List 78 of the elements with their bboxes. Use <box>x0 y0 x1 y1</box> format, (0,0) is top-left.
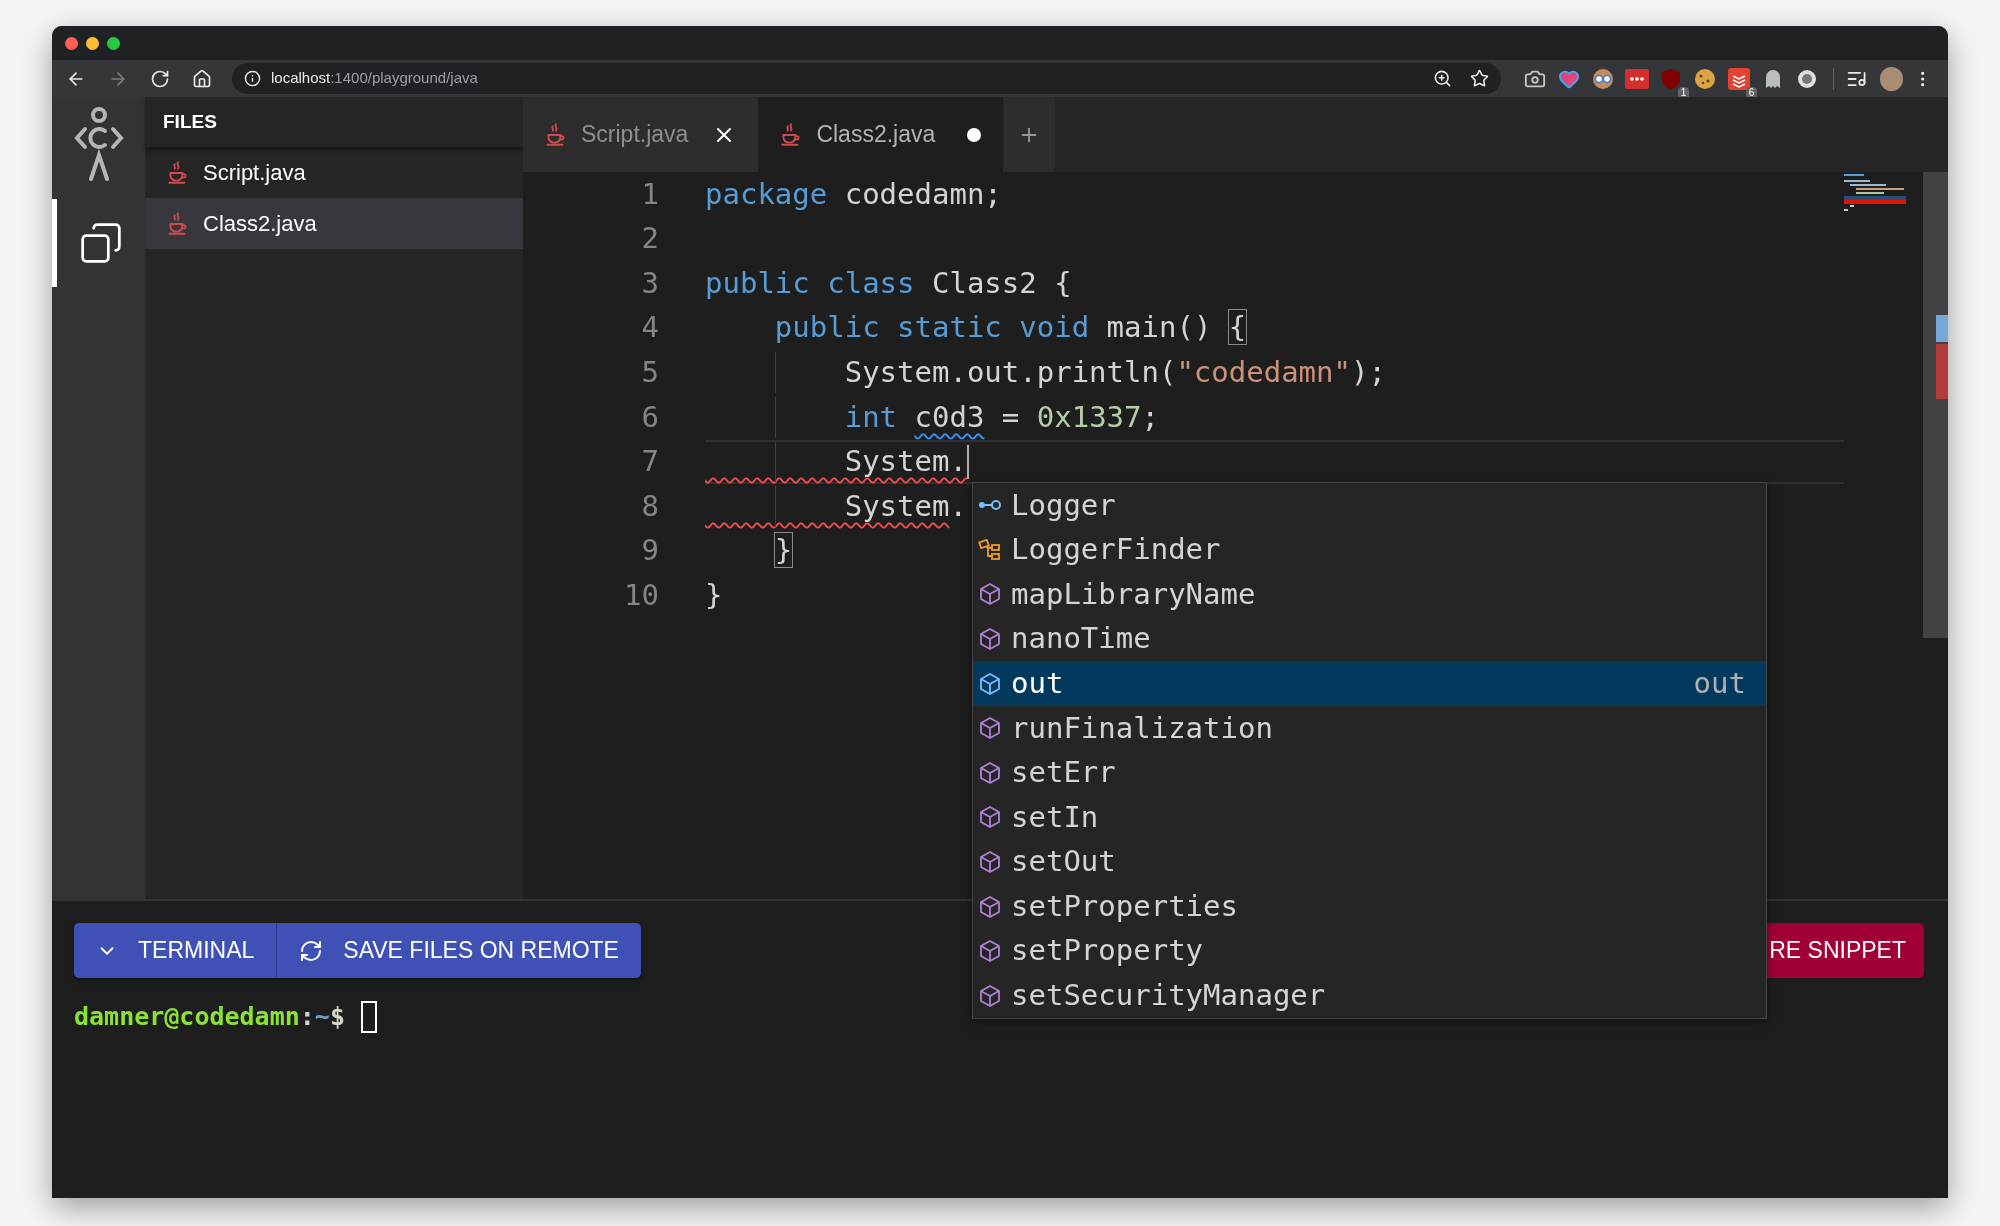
overview-marker <box>1936 344 1948 399</box>
editor-tab[interactable]: Class2.java <box>758 97 1004 172</box>
zoom-icon[interactable] <box>1433 69 1453 88</box>
cube-icon <box>979 805 1001 830</box>
cube-icon <box>979 760 1001 785</box>
suggestion-item[interactable]: out out <box>973 661 1766 706</box>
overview-marker <box>1936 315 1948 342</box>
class-icon <box>978 538 1002 561</box>
cube-icon <box>979 850 1001 875</box>
editor-tab[interactable]: Script.java <box>523 97 759 172</box>
line-number: 4 <box>640 309 659 347</box>
file-item[interactable]: Class2.java <box>145 198 523 249</box>
suggestion-item[interactable]: setErr <box>973 750 1766 796</box>
suggestion-item[interactable]: mapLibraryName <box>973 572 1766 617</box>
badge: 1 <box>1677 86 1690 99</box>
line-number: 3 <box>640 264 659 302</box>
suggestion-item[interactable]: setIn <box>973 795 1766 840</box>
text-cursor <box>966 444 969 479</box>
line-number: 8 <box>640 487 659 525</box>
minimap-drawing <box>1844 172 1906 214</box>
cube-icon <box>979 716 1001 741</box>
cube-icon <box>979 671 1001 696</box>
close-window-button[interactable] <box>65 36 78 50</box>
file-item[interactable]: Script.java <box>145 147 523 198</box>
info-icon[interactable] <box>244 70 261 87</box>
code-line: } <box>705 576 723 614</box>
maximize-window-button[interactable] <box>107 36 120 50</box>
reload-icon[interactable] <box>150 68 170 89</box>
cube-icon <box>979 939 1001 964</box>
logo-icon <box>72 107 125 181</box>
suggestion-item[interactable]: setSecurityManager <box>973 973 1766 1019</box>
line-number: 1 <box>640 175 659 213</box>
suggestion-item[interactable]: Logger <box>973 483 1766 528</box>
code-line: System.out.println("codedamn"); <box>843 353 1386 391</box>
cube-icon <box>979 627 1001 652</box>
code-line: public class Class2 { <box>705 264 1072 302</box>
url-text: localhost:1400/playground/java <box>271 68 478 89</box>
avatar[interactable] <box>1879 66 1903 91</box>
save-button[interactable]: SAVE FILES ON REMOTE <box>276 923 641 978</box>
suggestion-detail: out <box>1693 664 1746 702</box>
home-icon[interactable] <box>192 68 212 89</box>
goggles-icon[interactable] <box>1592 67 1615 90</box>
line-number: 10 <box>623 576 659 614</box>
code-line: int c0d3 = 0x1337; <box>843 398 1159 436</box>
suggestion-item[interactable]: nanoTime <box>973 616 1766 662</box>
sync-icon <box>299 938 324 963</box>
suggestion-item[interactable]: setOut <box>973 839 1766 885</box>
scrollbar-thumb[interactable] <box>1923 172 1948 638</box>
code-line: public static void main() { <box>773 309 1247 347</box>
suggestion-item[interactable]: setProperties <box>973 884 1766 929</box>
cookie-icon[interactable] <box>1694 67 1717 90</box>
files-icon[interactable] <box>79 221 123 265</box>
cube-icon <box>979 582 1001 607</box>
line-number: 7 <box>640 443 659 481</box>
dots-icon[interactable] <box>1625 68 1650 89</box>
line-number: 2 <box>640 220 659 258</box>
terminal-prompt: damner@codedamn:~$ <box>74 1001 345 1033</box>
cube-icon <box>979 983 1001 1008</box>
minimize-window-button[interactable] <box>86 36 99 50</box>
line-number: 5 <box>640 353 659 391</box>
code-line: System. <box>843 487 967 525</box>
code-line: System. <box>843 443 967 481</box>
address-bar[interactable]: localhost:1400/playground/java <box>232 63 1502 94</box>
disc-icon[interactable] <box>1796 67 1819 90</box>
bookmark-star-icon[interactable] <box>1470 69 1490 88</box>
line-number: 9 <box>640 532 659 570</box>
terminal-button[interactable]: TERMINAL <box>74 923 277 978</box>
cube-icon <box>979 894 1001 919</box>
code-line: } <box>773 532 793 570</box>
suggestion-item[interactable]: runFinalization <box>973 705 1766 751</box>
sidebar-title: FILES <box>163 109 217 134</box>
code-line: package codedamn; <box>705 175 1002 213</box>
interface-icon <box>978 498 1002 513</box>
suggestion-item[interactable]: LoggerFinder <box>973 527 1766 573</box>
terminal-cursor <box>360 1000 377 1033</box>
suggestion-item[interactable]: setProperty <box>973 928 1766 974</box>
line-number: 6 <box>640 398 659 436</box>
stack-icon[interactable] <box>1728 67 1751 90</box>
